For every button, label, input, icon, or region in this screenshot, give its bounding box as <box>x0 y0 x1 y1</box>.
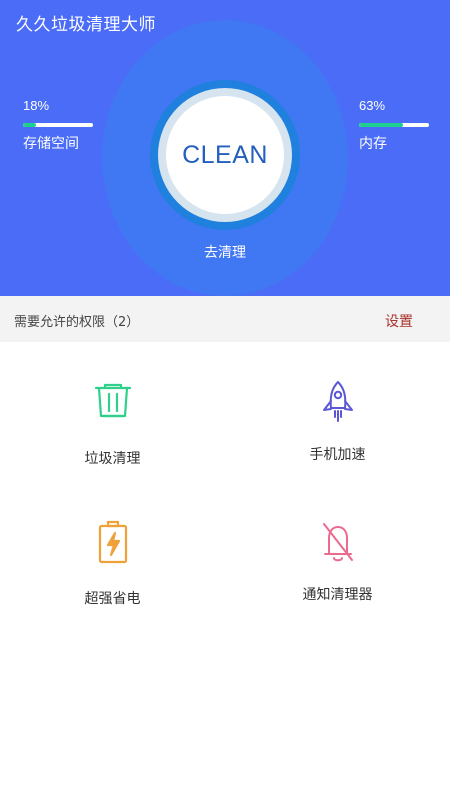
storage-stat: 18% 存储空间 <box>23 98 93 153</box>
feature-label: 垃圾清理 <box>84 451 141 467</box>
feature-label: 通知清理器 <box>302 587 373 603</box>
rocket-icon <box>322 381 353 422</box>
clean-button[interactable]: CLEAN <box>166 96 284 214</box>
feature-junk-clean[interactable]: 垃圾清理 <box>0 350 225 490</box>
memory-percent: 63% <box>359 98 386 113</box>
storage-percent: 18% <box>23 98 50 113</box>
memory-progress-fill <box>359 123 404 127</box>
storage-progress-bar <box>23 123 93 127</box>
storage-label: 存储空间 <box>23 136 79 152</box>
memory-progress-bar <box>359 123 429 127</box>
feature-label: 手机加速 <box>309 447 366 463</box>
settings-link[interactable]: 设置 <box>385 311 413 331</box>
feature-phone-boost[interactable]: 手机加速 <box>225 350 450 490</box>
storage-progress-fill <box>23 123 36 127</box>
clean-button-label: CLEAN <box>182 140 268 169</box>
feature-notification-clean[interactable]: 通知清理器 <box>225 490 450 630</box>
permission-text: 需要允许的权限（2） <box>14 315 140 330</box>
memory-label: 内存 <box>359 136 387 152</box>
battery-charging-icon <box>98 520 127 564</box>
feature-label: 超强省电 <box>84 591 141 607</box>
feature-power-save[interactable]: 超强省电 <box>0 490 225 630</box>
app-title: 久久垃圾清理大师 <box>16 15 156 35</box>
memory-stat: 63% 内存 <box>359 98 429 153</box>
header: 久久垃圾清理大师 18% 存储空间 63% 内存 CLEAN 去清理 <box>0 0 450 296</box>
trash-can-icon <box>94 383 131 418</box>
go-clean-link[interactable]: 去清理 <box>0 242 450 262</box>
bell-off-icon <box>322 523 353 562</box>
permission-bar: 需要允许的权限（2） 设置 <box>0 296 450 342</box>
